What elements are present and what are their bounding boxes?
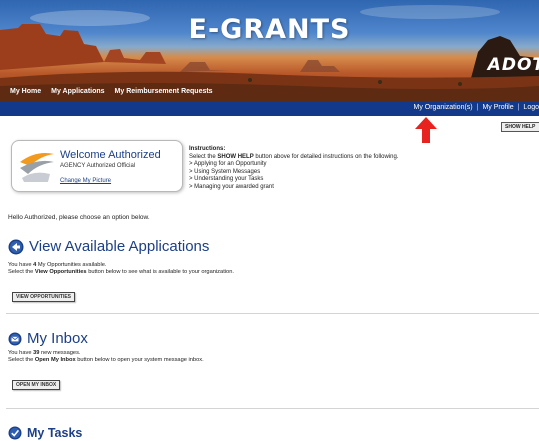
desc-text: button below to open your system message… (75, 357, 204, 364)
checkmark-circle-icon (8, 426, 22, 440)
list-item: Managing your awarded grant (189, 184, 398, 192)
applications-header: View Available Applications (8, 238, 209, 255)
desc-text: button below to see what is available to… (86, 269, 234, 276)
list-item: Understanding your Tasks (189, 176, 398, 184)
swoosh-logo-icon (20, 153, 54, 182)
open-my-inbox-button[interactable]: OPEN MY INBOX (12, 380, 61, 390)
main-nav: My Home My Applications My Reimbursement… (10, 88, 213, 95)
tasks-header: My Tasks (8, 426, 82, 440)
desc-text: new messages. (39, 350, 81, 356)
red-arrow-icon (415, 117, 437, 143)
applications-title: View Available Applications (29, 238, 210, 255)
show-help-button[interactable]: SHOW HELP (501, 122, 539, 132)
instructions-list: Applying for an Opportunity Using System… (189, 161, 398, 191)
applications-description: You have 4 My Opportunities available. S… (8, 262, 234, 276)
desc-text: You have (8, 350, 34, 356)
desc-text: You have (8, 262, 34, 268)
separator: | (476, 104, 479, 111)
divider (6, 313, 539, 314)
inbox-title: My Inbox (27, 330, 88, 347)
list-item: Applying for an Opportunity (189, 161, 398, 169)
desc-text: Select the (8, 269, 35, 276)
desc-bold: View Opportunities (34, 269, 87, 276)
desc-text: My Opportunities available. (36, 262, 107, 268)
my-organizations-link[interactable]: My Organization(s) (414, 104, 473, 111)
account-bar: My Organization(s) | My Profile | Logo (0, 102, 539, 116)
greeting-text: Hello Authorized, please choose an optio… (8, 214, 150, 221)
instructions-intro: Select the SHOW HELP button above for de… (189, 154, 398, 162)
nav-my-home[interactable]: My Home (10, 88, 41, 95)
inbox-header: My Inbox (8, 330, 88, 347)
mail-circle-icon (8, 332, 22, 345)
header-banner: E-GRANTS ADOT My Home My Applications My… (0, 0, 539, 102)
instructions-panel: Instructions: Select the SHOW HELP butto… (189, 146, 398, 192)
my-profile-link[interactable]: My Profile (482, 104, 513, 111)
welcome-card: Welcome Authorized AGENCY Authorized Off… (11, 140, 183, 192)
intro-bold: SHOW HELP (217, 153, 254, 160)
change-picture-link[interactable]: Change My Picture (60, 178, 111, 184)
instructions-heading: Instructions: (189, 146, 226, 152)
app-title: E-GRANTS (188, 14, 351, 45)
welcome-title: Welcome Authorized (60, 149, 161, 161)
list-item: Using System Messages (189, 169, 398, 177)
account-links: My Organization(s) | My Profile | Logo (414, 104, 539, 111)
intro-text: button above for detailed instructions o… (253, 153, 399, 160)
adot-logo: ADOT (487, 55, 539, 75)
separator: | (517, 104, 520, 111)
view-opportunities-button[interactable]: VIEW OPPORTUNITIES (12, 292, 76, 302)
divider (6, 408, 539, 409)
desc-text: Select the (8, 357, 35, 364)
tasks-title: My Tasks (27, 426, 83, 440)
welcome-role: AGENCY Authorized Official (60, 163, 136, 169)
logout-link[interactable]: Logo (523, 104, 539, 111)
nav-my-applications[interactable]: My Applications (51, 88, 104, 95)
arrow-circle-icon (8, 239, 24, 254)
nav-my-reimbursement-requests[interactable]: My Reimbursement Requests (115, 88, 213, 95)
intro-text: Select the (189, 153, 218, 160)
inbox-description: You have 39 new messages. Select the Ope… (8, 350, 204, 364)
desc-bold: Open My Inbox (34, 357, 76, 364)
